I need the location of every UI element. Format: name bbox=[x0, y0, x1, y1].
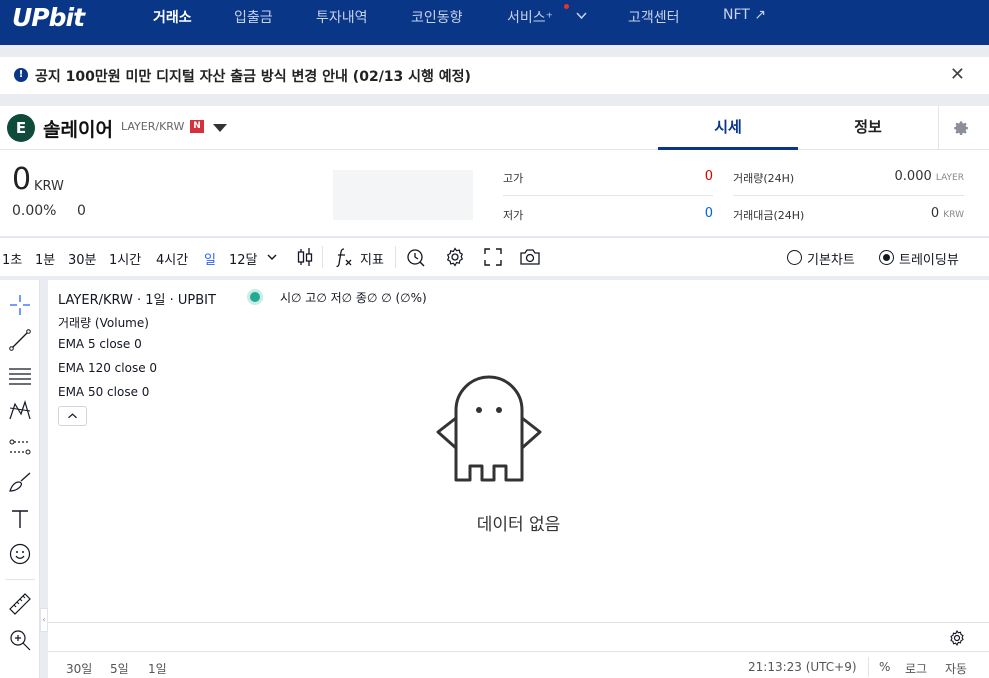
chart-legend-title[interactable]: LAYER/KRW · 1일 · UPBIT bbox=[58, 289, 216, 308]
notice-text[interactable]: 공지 100만원 미만 디지털 자산 출금 방식 변경 안내 (02/13 시행… bbox=[35, 66, 471, 86]
alert-icon: ! bbox=[14, 68, 28, 82]
divider bbox=[503, 195, 713, 196]
high-label: 고가 bbox=[503, 172, 524, 185]
upbit-logo[interactable]: UPbit bbox=[12, 3, 85, 32]
ohlc-values: 시∅ 고∅ 저∅ 종∅ ∅ (∅%) bbox=[280, 291, 427, 305]
divider bbox=[48, 622, 989, 623]
ema-legend-3[interactable]: EMA 50 close 0 bbox=[58, 385, 149, 399]
basic-chart-label[interactable]: 기본차트 bbox=[807, 249, 855, 268]
nav-exchange[interactable]: 거래소 bbox=[153, 7, 192, 27]
volume-legend[interactable]: 거래량 (Volume) bbox=[58, 314, 149, 331]
camera-screenshot-icon[interactable] bbox=[519, 246, 541, 268]
interval-1d[interactable]: 일 bbox=[204, 249, 216, 268]
candlestick-icon[interactable] bbox=[294, 246, 316, 268]
amount-label: 거래대금(24H) bbox=[733, 209, 805, 222]
chart-settings-gear-icon[interactable] bbox=[948, 629, 966, 647]
interval-30m[interactable]: 30분 bbox=[68, 249, 97, 268]
zoom-in-icon[interactable] bbox=[7, 627, 33, 653]
timezone-clock[interactable]: 21:13:23 (UTC+9) bbox=[748, 660, 857, 674]
price-currency: KRW bbox=[34, 179, 64, 194]
settings-gear-icon[interactable] bbox=[950, 117, 972, 139]
current-price: 0 bbox=[12, 162, 32, 197]
divider bbox=[868, 657, 869, 677]
divider bbox=[5, 579, 35, 580]
top-navigation: UPbit 거래소 입출금 투자내역 코인동향 서비스⁺ 고객센터 NFT ↗ bbox=[0, 0, 989, 45]
low-label: 저가 bbox=[503, 209, 524, 222]
ruler-icon[interactable] bbox=[7, 591, 33, 617]
volume-value: 0.000 LAYER bbox=[894, 169, 964, 184]
tradingview-label[interactable]: 트레이딩뷰 bbox=[899, 249, 959, 268]
chevron-down-icon[interactable] bbox=[576, 12, 587, 20]
ghost-empty-icon bbox=[436, 375, 542, 482]
chart-toolbar: 1초 1분 30분 1시간 4시간 일 12달 지표 기본차트 트레이딩뷰 bbox=[0, 237, 989, 276]
nav-investments[interactable]: 투자내역 bbox=[316, 7, 368, 27]
new-indicator-dot bbox=[564, 4, 569, 9]
price-summary: 0 KRW 0.00% 0 고가 0 저가 0 거래량(24H) 0.000 L… bbox=[0, 150, 989, 236]
nav-coin-trends[interactable]: 코인동향 bbox=[411, 7, 463, 27]
range-5d[interactable]: 5일 bbox=[110, 660, 129, 677]
range-30d[interactable]: 30일 bbox=[66, 660, 92, 677]
radio-tradingview[interactable] bbox=[879, 250, 894, 265]
trend-line-icon[interactable] bbox=[7, 327, 33, 353]
change-percent: 0.00% bbox=[12, 203, 57, 219]
interval-1h[interactable]: 1시간 bbox=[109, 249, 141, 268]
volume-label: 거래량(24H) bbox=[733, 172, 795, 185]
text-tool-icon[interactable] bbox=[7, 506, 33, 532]
close-icon[interactable]: ✕ bbox=[950, 64, 965, 85]
chevron-up-icon[interactable] bbox=[58, 406, 87, 426]
chart-area[interactable]: LAYER/KRW · 1일 · UPBIT 시∅ 고∅ 저∅ 종∅ ∅ (∅%… bbox=[48, 280, 989, 678]
notice-bar: ! 공지 100만원 미만 디지털 자산 출금 방식 변경 안내 (02/13 … bbox=[0, 57, 989, 94]
interval-1m[interactable]: 1분 bbox=[35, 249, 55, 268]
crosshair-icon[interactable] bbox=[7, 292, 33, 318]
nav-nft[interactable]: NFT ↗ bbox=[723, 7, 766, 23]
divider bbox=[322, 246, 323, 268]
interval-12mo[interactable]: 12달 bbox=[229, 249, 258, 268]
coin-header: E 솔레이어 LAYER/KRW N 시세 정보 bbox=[0, 106, 989, 150]
divider bbox=[938, 106, 939, 150]
divider bbox=[733, 195, 964, 196]
coin-logo: E bbox=[7, 114, 35, 142]
settings-gear-icon[interactable] bbox=[444, 246, 466, 268]
radio-basic-chart[interactable] bbox=[787, 250, 802, 265]
new-badge: N bbox=[190, 120, 204, 133]
function-fx-icon[interactable] bbox=[334, 246, 356, 268]
low-value: 0 bbox=[704, 206, 713, 221]
tab-price[interactable]: 시세 bbox=[658, 106, 798, 150]
coin-name[interactable]: 솔레이어 bbox=[43, 115, 113, 142]
nav-customer-center[interactable]: 고객센터 bbox=[628, 7, 680, 27]
coin-dropdown-caret-icon[interactable] bbox=[213, 124, 227, 132]
high-value: 0 bbox=[704, 169, 713, 184]
alert-clock-icon[interactable] bbox=[405, 246, 427, 268]
log-scale-toggle[interactable]: 로그 bbox=[905, 660, 927, 677]
amount-value: 0 KRW bbox=[930, 206, 964, 221]
sidebar-collapse-handle[interactable]: ‹ bbox=[40, 608, 48, 632]
auto-scale-toggle[interactable]: 자동 bbox=[945, 660, 967, 677]
divider bbox=[48, 651, 989, 652]
interval-1s[interactable]: 1초 bbox=[2, 249, 22, 268]
interval-dropdown-chevron-icon[interactable] bbox=[266, 250, 278, 264]
fib-retracement-icon[interactable] bbox=[7, 363, 33, 389]
mini-chart bbox=[333, 170, 473, 220]
nav-services[interactable]: 서비스⁺ bbox=[507, 7, 553, 27]
percent-scale-toggle[interactable]: % bbox=[879, 660, 890, 674]
ema-legend-2[interactable]: EMA 120 close 0 bbox=[58, 361, 157, 375]
market-status-dot bbox=[250, 292, 260, 302]
divider bbox=[395, 246, 396, 268]
ema-legend-1[interactable]: EMA 5 close 0 bbox=[58, 337, 142, 351]
range-1d[interactable]: 1일 bbox=[148, 660, 167, 677]
fullscreen-icon[interactable] bbox=[482, 246, 504, 268]
drawing-tools-sidebar bbox=[0, 280, 40, 678]
indicators-button[interactable]: 지표 bbox=[360, 249, 384, 268]
change-amount: 0 bbox=[77, 203, 86, 219]
no-data-message: 데이터 없음 bbox=[476, 515, 561, 535]
interval-4h[interactable]: 4시간 bbox=[156, 249, 188, 268]
emoji-icon[interactable] bbox=[7, 541, 33, 567]
tab-info[interactable]: 정보 bbox=[798, 106, 938, 150]
nav-deposit-withdraw[interactable]: 입출금 bbox=[234, 7, 273, 27]
prediction-icon[interactable] bbox=[7, 434, 33, 460]
coin-pair: LAYER/KRW bbox=[121, 120, 185, 133]
pattern-icon[interactable] bbox=[7, 398, 33, 424]
brush-icon[interactable] bbox=[7, 469, 33, 495]
